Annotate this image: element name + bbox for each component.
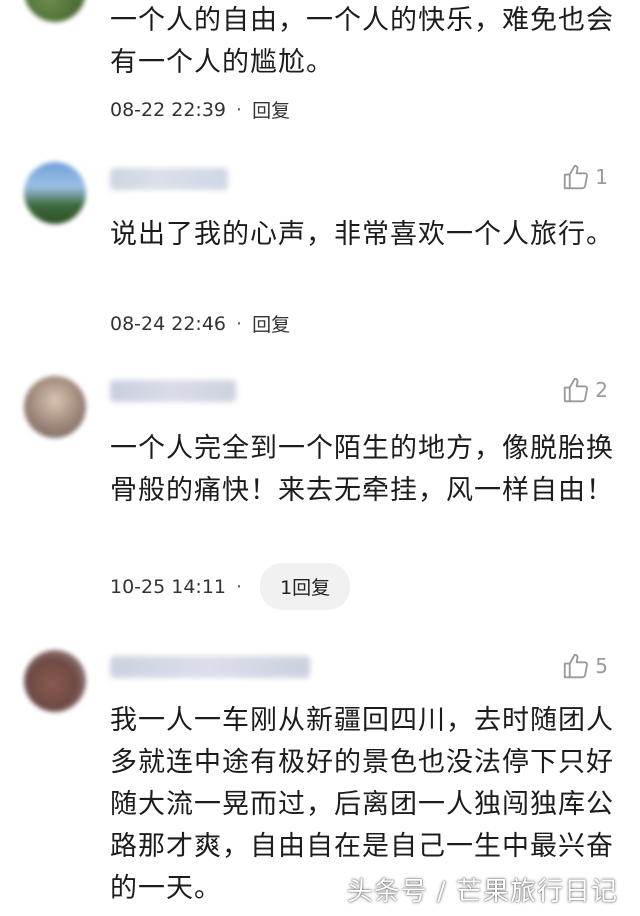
- thumbs-up-icon: [564, 164, 589, 190]
- comment-time: 10-25 14:11: [110, 575, 227, 598]
- separator-dot: ·: [236, 98, 243, 121]
- reply-button[interactable]: 回复: [252, 310, 290, 337]
- avatar[interactable]: [24, 162, 86, 224]
- username-blurred[interactable]: [110, 168, 228, 190]
- avatar[interactable]: [24, 650, 86, 712]
- avatar[interactable]: [24, 0, 86, 22]
- like-button[interactable]: 2: [561, 375, 608, 405]
- comment-text: 一个人完全到一个陌生的地方，像脱胎换骨般的痛快！来去无牵挂，风一样自由！: [110, 433, 614, 506]
- separator-dot: ·: [236, 312, 243, 335]
- like-button[interactable]: 5: [561, 651, 608, 681]
- thumbs-up-icon: [564, 653, 589, 679]
- username-blurred[interactable]: [110, 656, 310, 678]
- reply-button[interactable]: 回复: [252, 96, 290, 123]
- comment-time: 08-22 22:39: [110, 98, 227, 121]
- thumbs-up-icon: [564, 377, 589, 403]
- like-button[interactable]: 1: [561, 162, 608, 192]
- comment-text: 说出了我的心声，非常喜欢一个人旅行。: [110, 219, 614, 250]
- separator-dot: ·: [236, 575, 243, 598]
- avatar[interactable]: [24, 376, 86, 438]
- comment-text: 一个人的自由，一个人的快乐，难免也会有一个人的尴尬。: [110, 5, 614, 78]
- like-count: 5: [595, 654, 608, 678]
- like-count: 2: [595, 378, 608, 402]
- replies-button[interactable]: 1回复: [260, 563, 351, 610]
- comment-meta: 08-22 22:39 · 回复: [110, 96, 290, 123]
- username-blurred[interactable]: [110, 380, 236, 402]
- watermark: 头条号 / 芒果旅行日记: [346, 877, 618, 907]
- comment-time: 08-24 22:46: [110, 312, 227, 335]
- comment-meta: 08-24 22:46 · 回复: [110, 310, 290, 337]
- like-count: 1: [595, 165, 608, 189]
- comment-meta: 10-25 14:11 · 1回复: [110, 563, 351, 610]
